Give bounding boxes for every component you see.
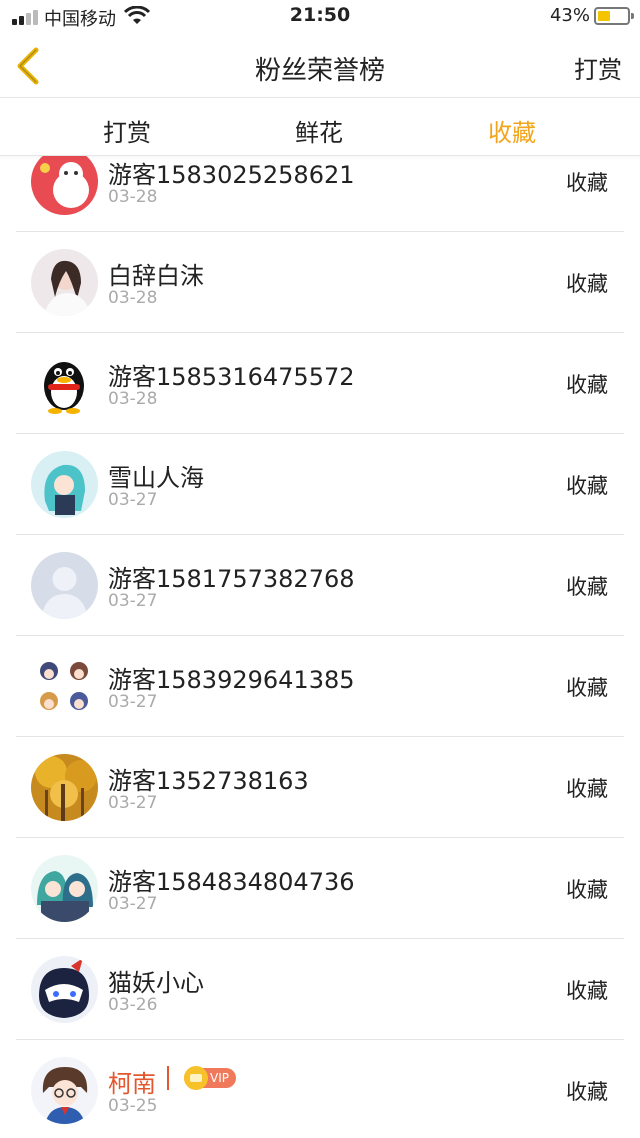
collect-label: 收藏 — [566, 979, 608, 1003]
fan-date: 03-26 — [108, 995, 158, 1015]
fan-name: 柯南 — [108, 1070, 156, 1098]
name-divider — [167, 1066, 169, 1090]
qq-penguin-avatar — [31, 350, 98, 417]
collect-label: 收藏 — [566, 272, 608, 296]
collect-label: 收藏 — [566, 777, 608, 801]
status-bar: 中国移动 21:50 43% — [0, 0, 640, 34]
vip-label: VIP — [210, 1071, 229, 1085]
fan-name: 游客1583929641385 — [108, 666, 355, 694]
collect-label: 收藏 — [566, 1080, 608, 1104]
autumn-tree-avatar — [31, 754, 98, 821]
vip-badge: VIP — [184, 1066, 236, 1090]
fan-date: 03-28 — [108, 389, 158, 409]
list-item[interactable]: 游客1581757382768 03-27 收藏 — [16, 535, 624, 636]
chibi-grid-avatar — [31, 653, 98, 720]
fan-date: 03-28 — [108, 288, 158, 308]
fan-list: 游客1583025258621 03-28 收藏 白辞白沫 03-28 收藏 游… — [16, 131, 624, 1138]
fan-name: 游客1583025258621 — [108, 161, 355, 189]
fan-date: 03-27 — [108, 591, 158, 611]
navigation-bar: 粉丝荣誉榜 打赏 — [0, 34, 640, 98]
list-item[interactable]: 柯南 VIP 03-25 收藏 — [16, 1040, 624, 1138]
list-item[interactable]: 游客1585316475572 03-28 收藏 — [16, 333, 624, 434]
fan-date: 03-27 — [108, 894, 158, 914]
fan-name: 雪山人海 — [108, 464, 204, 492]
tab-reward[interactable]: 打赏 — [103, 113, 151, 148]
list-item[interactable]: 游客1352738163 03-27 收藏 — [16, 737, 624, 838]
list-item[interactable]: 游客1583929641385 03-27 收藏 — [16, 636, 624, 737]
list-item[interactable]: 猫妖小心 03-26 收藏 — [16, 939, 624, 1040]
collect-label: 收藏 — [566, 171, 608, 195]
battery-icon — [594, 7, 634, 25]
fan-name: 游客1581757382768 — [108, 565, 355, 593]
anime-teal-avatar — [31, 451, 98, 518]
fan-date: 03-27 — [108, 692, 158, 712]
conan-avatar — [31, 1057, 98, 1124]
default-person-avatar — [31, 552, 98, 619]
collect-label: 收藏 — [566, 474, 608, 498]
masked-cat-avatar — [31, 956, 98, 1023]
tab-flowers[interactable]: 鲜花 — [295, 113, 343, 148]
list-item[interactable]: 雪山人海 03-27 收藏 — [16, 434, 624, 535]
collect-label: 收藏 — [566, 575, 608, 599]
fan-date: 03-28 — [108, 187, 158, 207]
list-item[interactable]: 游客1584834804736 03-27 收藏 — [16, 838, 624, 939]
crown-icon — [184, 1066, 208, 1090]
collect-label: 收藏 — [566, 676, 608, 700]
fan-name: 游客1584834804736 — [108, 868, 355, 896]
collect-label: 收藏 — [566, 373, 608, 397]
battery-percent: 43% — [549, 5, 590, 26]
fan-name: 游客1352738163 — [108, 767, 309, 795]
fan-name: 猫妖小心 — [108, 969, 204, 997]
fan-name: 游客1585316475572 — [108, 363, 355, 391]
fan-name: 白辞白沫 — [108, 262, 204, 290]
collect-label: 收藏 — [566, 878, 608, 902]
fan-date: 03-27 — [108, 490, 158, 510]
fan-date: 03-27 — [108, 793, 158, 813]
tab-bar: 打赏 鲜花 收藏 — [0, 99, 640, 156]
page-title: 粉丝荣誉榜 — [254, 56, 385, 86]
reward-button[interactable]: 打赏 — [574, 50, 622, 85]
clock: 21:50 — [289, 4, 351, 26]
anime-pair-avatar — [31, 855, 98, 922]
red-cartoon-avatar — [31, 148, 98, 215]
girl-photo-avatar — [31, 249, 98, 316]
list-item[interactable]: 白辞白沫 03-28 收藏 — [16, 232, 624, 333]
fan-date: 03-25 — [108, 1096, 158, 1116]
tab-collect[interactable]: 收藏 — [488, 113, 536, 148]
